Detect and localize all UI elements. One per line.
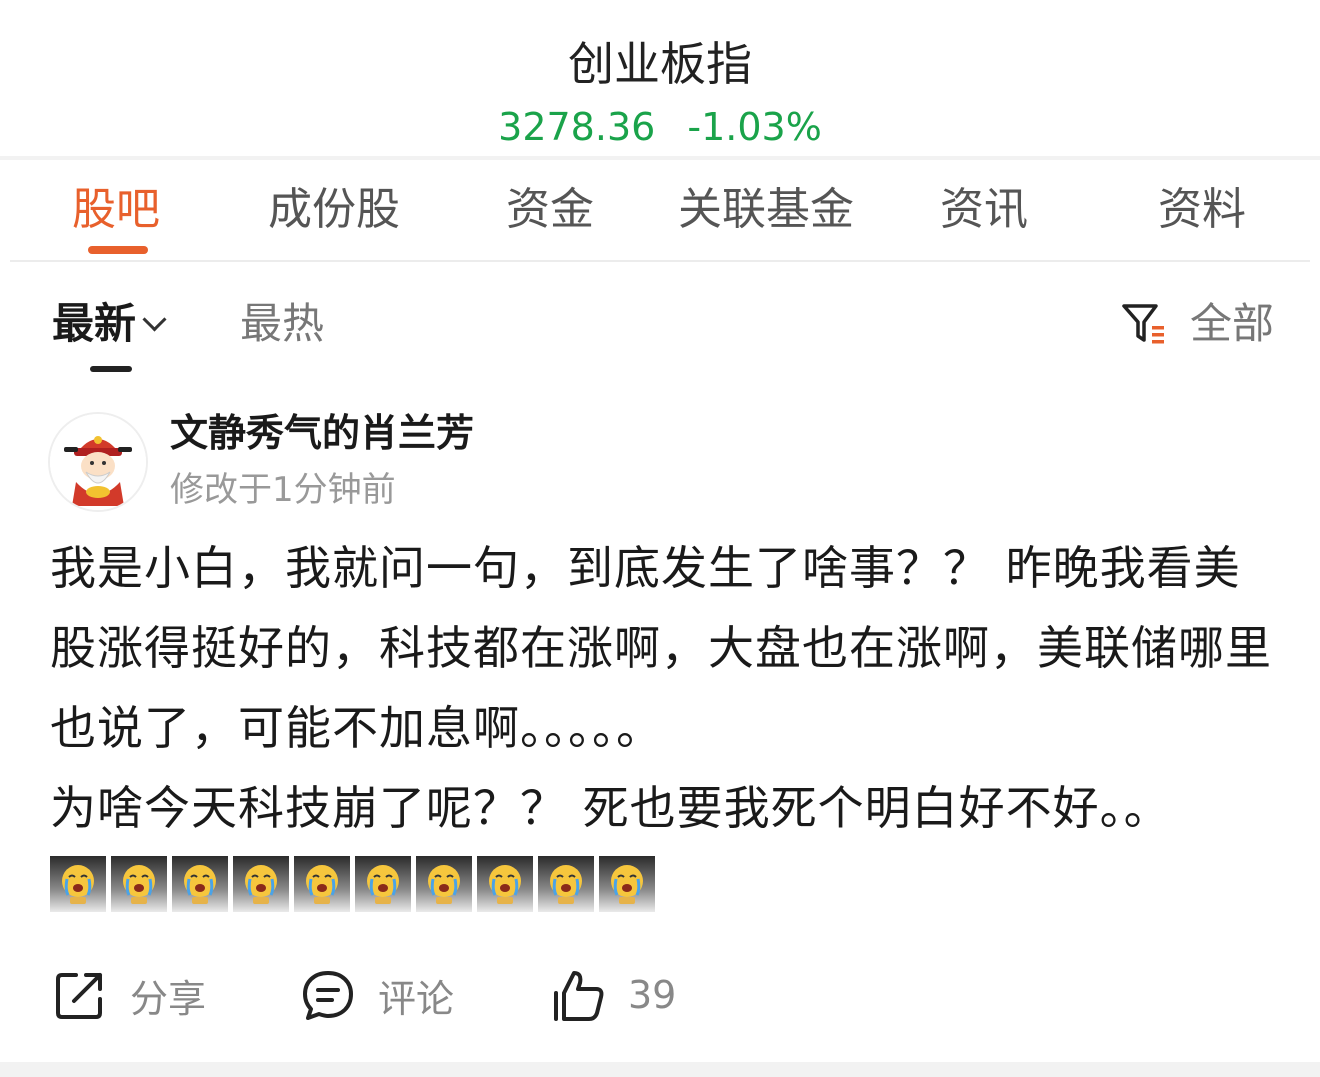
tab-news[interactable]: 资讯 [940, 182, 1028, 238]
crying-emoji [50, 856, 106, 912]
filter-label: 全部 [1190, 299, 1275, 348]
tab-divider [10, 260, 1310, 262]
thumbs-up-icon [554, 971, 604, 1021]
share-button[interactable]: 分享 [52, 963, 206, 1027]
action-bar: 分享 评论 39 [0, 955, 1320, 1035]
tab-guba[interactable]: 股吧 [72, 182, 160, 238]
index-change: -1.03% [687, 105, 822, 149]
post-content[interactable]: 我是小白，我就问一句，到底发生了啥事？？ 昨晚我看美股涨得挺好的，科技都在涨啊，… [50, 528, 1280, 848]
index-price: 3278.36 [498, 105, 656, 149]
index-quote: 3278.36 -1.03% [0, 100, 1320, 154]
like-button[interactable]: 39 [550, 963, 676, 1027]
fortune-god-avatar-icon [50, 414, 146, 510]
crying-emoji [416, 856, 472, 912]
share-label: 分享 [130, 976, 207, 1021]
comment-icon [303, 971, 353, 1020]
post-author[interactable]: 文静秀气的肖兰芳 [170, 408, 474, 458]
tab-bar: 股吧 成份股 资金 关联基金 资讯 资料 [0, 160, 1320, 260]
crying-emoji [477, 856, 533, 912]
post-time: 修改于1分钟前 [170, 470, 396, 510]
index-header: 创业板指 3278.36 -1.03% [0, 0, 1320, 156]
filter-button[interactable]: 全部 [1120, 296, 1274, 352]
tab-profile[interactable]: 资料 [1158, 182, 1246, 238]
filter-icon [1122, 304, 1164, 344]
tab-related-funds[interactable]: 关联基金 [678, 182, 854, 238]
sort-newest-label: 最新 [52, 299, 137, 348]
index-title: 创业板指 [568, 37, 752, 91]
bottom-bar [0, 1062, 1320, 1077]
active-tab-indicator [88, 246, 148, 254]
avatar[interactable] [48, 412, 148, 512]
sort-newest-dropdown[interactable]: 最新 [52, 296, 167, 352]
crying-emoji [538, 856, 594, 912]
emoji-row [50, 856, 660, 912]
post-paragraph: 为啥今天科技崩了呢？？ 死也要我死个明白好不好。。 [50, 781, 1171, 835]
comment-button[interactable]: 评论 [300, 963, 454, 1027]
chevron-down-icon [142, 307, 167, 332]
tab-constituents[interactable]: 成份股 [268, 182, 400, 238]
crying-emoji [233, 856, 289, 912]
crying-emoji [111, 856, 167, 912]
crying-emoji [294, 856, 350, 912]
comment-label: 评论 [378, 976, 455, 1021]
crying-emoji [355, 856, 411, 912]
crying-emoji [599, 856, 655, 912]
sort-indicator [90, 366, 132, 372]
share-icon [56, 973, 102, 1019]
like-count: 39 [628, 973, 677, 1017]
post-paragraph: 我是小白，我就问一句，到底发生了啥事？？ 昨晚我看美股涨得挺好的，科技都在涨啊，… [50, 541, 1272, 755]
sort-hot[interactable]: 最热 [240, 296, 324, 352]
crying-emoji [172, 856, 228, 912]
tab-funds-flow[interactable]: 资金 [506, 182, 594, 238]
